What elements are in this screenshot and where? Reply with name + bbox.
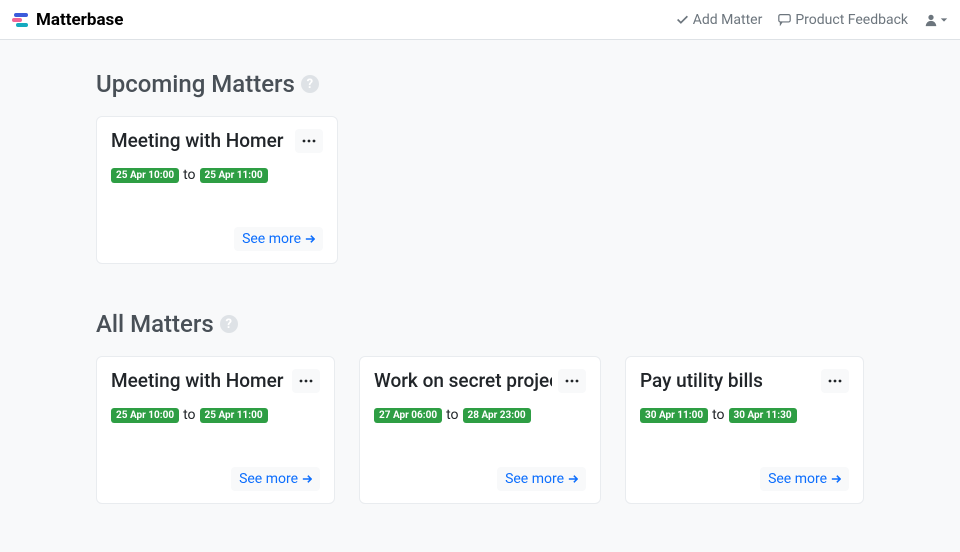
add-matter-link[interactable]: Add Matter [676,12,763,28]
card-menu-button[interactable] [558,369,586,393]
product-feedback-link[interactable]: Product Feedback [778,12,908,28]
matter-card: Work on secret project 27 Apr 06:00 to 2… [359,356,601,504]
see-more-label: See more [768,471,827,487]
user-icon [924,13,938,27]
matter-title: Meeting with Homer [111,369,286,392]
ellipsis-icon [828,379,842,383]
matter-dates: 27 Apr 06:00 to 28 Apr 23:00 [374,407,586,423]
chevron-down-icon [940,16,948,24]
matter-title: Pay utility bills [640,369,815,392]
see-more-label: See more [505,471,564,487]
arrow-right-icon [831,474,841,484]
all-title-text: All Matters [96,310,214,338]
help-icon[interactable]: ? [301,75,319,93]
chat-icon [778,13,791,26]
matter-dates: 25 Apr 10:00 to 25 Apr 11:00 [111,167,323,183]
arrow-right-icon [305,234,315,244]
end-badge: 28 Apr 23:00 [463,408,531,423]
matter-title: Work on secret project [374,369,552,392]
upcoming-section-title: Upcoming Matters ? [96,70,864,98]
end-badge: 30 Apr 11:30 [729,408,797,423]
all-cards: Meeting with Homer 25 Apr 10:00 to 25 Ap… [96,356,864,504]
see-more-label: See more [239,471,298,487]
logo-icon [12,11,30,29]
upcoming-cards: Meeting with Homer 25 Apr 10:00 to 25 Ap… [96,116,864,264]
navbar: Matterbase Add Matter Product Feedback [0,0,960,40]
card-menu-button[interactable] [292,369,320,393]
nav-right: Add Matter Product Feedback [676,12,948,28]
user-menu[interactable] [924,13,948,27]
upcoming-title-text: Upcoming Matters [96,70,295,98]
brand[interactable]: Matterbase [12,10,123,30]
ellipsis-icon [565,379,579,383]
to-label: to [446,407,458,423]
main-container: Upcoming Matters ? Meeting with Homer 25… [0,40,960,504]
ellipsis-icon [302,139,316,143]
end-badge: 25 Apr 11:00 [200,408,268,423]
start-badge: 27 Apr 06:00 [374,408,442,423]
add-matter-label: Add Matter [693,12,763,28]
card-menu-button[interactable] [821,369,849,393]
help-icon[interactable]: ? [220,315,238,333]
see-more-button[interactable]: See more [231,467,320,491]
to-label: to [183,167,195,183]
see-more-button[interactable]: See more [760,467,849,491]
product-feedback-label: Product Feedback [795,12,908,28]
to-label: to [183,407,195,423]
arrow-right-icon [568,474,578,484]
to-label: to [712,407,724,423]
brand-name: Matterbase [36,10,123,30]
end-badge: 25 Apr 11:00 [200,168,268,183]
matter-card: Meeting with Homer 25 Apr 10:00 to 25 Ap… [96,356,335,504]
matter-title: Meeting with Homer [111,129,289,152]
card-menu-button[interactable] [295,129,323,153]
start-badge: 30 Apr 11:00 [640,408,708,423]
matter-dates: 30 Apr 11:00 to 30 Apr 11:30 [640,407,849,423]
matter-card: Meeting with Homer 25 Apr 10:00 to 25 Ap… [96,116,338,264]
see-more-button[interactable]: See more [234,227,323,251]
all-section-title: All Matters ? [96,310,864,338]
see-more-label: See more [242,231,301,247]
check-icon [676,13,689,26]
start-badge: 25 Apr 10:00 [111,168,179,183]
start-badge: 25 Apr 10:00 [111,408,179,423]
matter-card: Pay utility bills 30 Apr 11:00 to 30 Apr… [625,356,864,504]
matter-dates: 25 Apr 10:00 to 25 Apr 11:00 [111,407,320,423]
arrow-right-icon [302,474,312,484]
ellipsis-icon [299,379,313,383]
see-more-button[interactable]: See more [497,467,586,491]
